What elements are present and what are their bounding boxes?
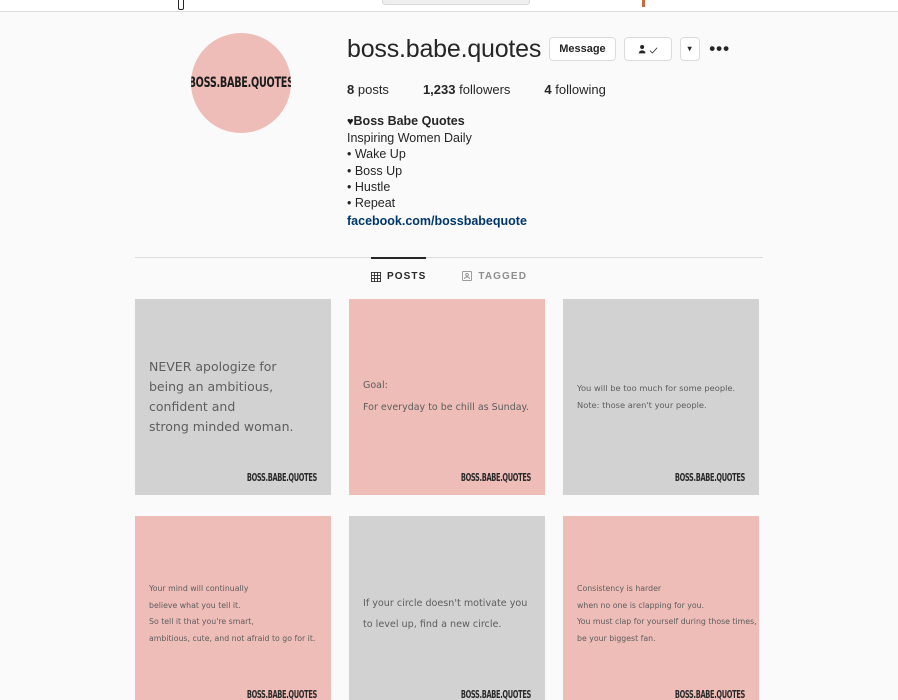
tab-tagged-label: TAGGED [478,270,528,282]
post-quote-line: ambitious, cute, and not afraid to go fo… [149,633,316,643]
bio-external-link[interactable]: facebook.com/bossbabequote [347,213,527,229]
post-quote-line: Consistency is harder [577,584,662,594]
following-stat[interactable]: 4 following [544,82,605,97]
followers-count: 1,233 [422,82,456,97]
bio-bullet-2: • Hustle [347,179,391,194]
profile-header: BOSS.BABE.QUOTES boss.babe.quotes Messag… [135,12,763,229]
post-watermark: BOSS.BABE.QUOTES [247,689,318,700]
grid-icon [370,271,381,282]
tab-posts[interactable]: POSTS [370,257,427,292]
avatar[interactable]: BOSS.BABE.QUOTES [191,33,291,133]
followers-label: followers [459,82,511,97]
posts-grid: NEVER apologize for being an ambitious, co… [135,299,763,700]
instagram-logo-icon[interactable] [178,0,184,10]
post-quote-line: Your mind will continually [149,584,249,594]
post-quote-line: So tell it that you're smart, [149,617,254,627]
stats-row: 8 posts 1,233 followers 4 following [347,82,763,97]
post-quote-line: NEVER apologize for [149,359,277,375]
posts-stat: 8 posts [347,82,389,97]
posts-count: 8 [347,82,355,97]
avatar-label: BOSS.BABE.QUOTES [191,74,291,92]
posts-label: posts [357,82,389,97]
search-input[interactable] [382,0,530,5]
bio-title: Boss Babe Quotes [353,114,465,128]
post-quote-line: For everyday to be chill as Sunday. [363,402,529,414]
post-quote-line: be your biggest fan. [577,633,656,643]
bio-bullet-3: • Repeat [347,196,396,211]
profile-page: BOSS.BABE.QUOTES boss.babe.quotes Messag… [0,12,898,700]
post-tile[interactable]: You will be too much for some people. Not… [563,299,759,496]
profile-bio: ♥Boss Babe Quotes Inspiring Women Daily … [347,113,763,229]
post-tile[interactable]: Your mind will continually believe what y… [135,516,331,700]
bio-bullet-1: • Boss Up [347,163,403,178]
post-watermark: BOSS.BABE.QUOTES [675,689,746,700]
post-quote-text: Your mind will continually believe what y… [135,581,331,647]
message-button[interactable]: Message [549,37,616,61]
following-button[interactable] [623,37,672,61]
post-quote-line: confident and [149,399,236,415]
notification-dot-icon[interactable] [642,0,645,7]
post-quote-line: believe what you tell it. [149,600,241,610]
post-quote-text: Consistency is harder when no one is clap… [563,581,759,647]
bio-tagline: Inspiring Women Daily [347,131,472,146]
post-quote-line: You will be too much for some people. [577,383,736,394]
post-watermark: BOSS.BABE.QUOTES [247,472,318,485]
tag-person-icon [462,271,473,282]
post-quote-line: to level up, find a new circle. [363,619,502,631]
post-quote-line: strong minded woman. [149,419,294,435]
post-watermark: BOSS.BABE.QUOTES [461,472,532,485]
post-quote-text: You will be too much for some people. Not… [563,380,759,414]
following-label: following [555,82,606,97]
top-navigation-bar [0,0,898,12]
chevron-down-icon: ▾ [687,44,692,53]
post-tile[interactable]: Consistency is harder when no one is clap… [563,516,759,700]
avatar-column: BOSS.BABE.QUOTES [135,28,347,229]
profile-tabs: POSTS TAGGED [135,257,763,292]
post-quote-text: Goal: For everyday to be chill as Sunday. [349,375,545,419]
post-quote-text: If your circle doesn't motivate you to le… [349,593,545,635]
tab-posts-label: POSTS [386,271,427,283]
more-options-button[interactable]: ••• [708,37,732,61]
following-count: 4 [544,82,552,97]
post-quote-line: Goal: [363,380,388,392]
person-check-icon [638,43,658,55]
username-row: boss.babe.quotes Message ▾ ••• [347,34,763,64]
bio-title-line: ♥Boss Babe Quotes [347,113,763,130]
post-tile[interactable]: Goal: For everyday to be chill as Sunday.… [349,299,545,496]
page-title: boss.babe.quotes [347,35,542,63]
post-quote-text: NEVER apologize for being an ambitious, co… [135,357,331,437]
post-watermark: BOSS.BABE.QUOTES [461,689,532,700]
tab-tagged[interactable]: TAGGED [462,257,527,292]
post-quote-line: being an ambitious, [149,379,274,395]
following-dropdown-button[interactable]: ▾ [679,37,700,61]
profile-info-column: boss.babe.quotes Message ▾ ••• 8 posts 1… [347,28,763,229]
post-quote-line: You must clap for yourself during those … [577,617,757,627]
bio-bullet-0: • Wake Up [347,147,406,162]
post-quote-line: Note: those aren't your people. [577,400,707,411]
post-tile[interactable]: NEVER apologize for being an ambitious, co… [135,299,331,496]
followers-stat[interactable]: 1,233 followers [423,82,510,97]
post-quote-line: If your circle doesn't motivate you [363,598,528,610]
post-tile[interactable]: If your circle doesn't motivate you to le… [349,516,545,700]
post-watermark: BOSS.BABE.QUOTES [675,472,746,485]
post-quote-line: when no one is clapping for you. [577,600,705,610]
